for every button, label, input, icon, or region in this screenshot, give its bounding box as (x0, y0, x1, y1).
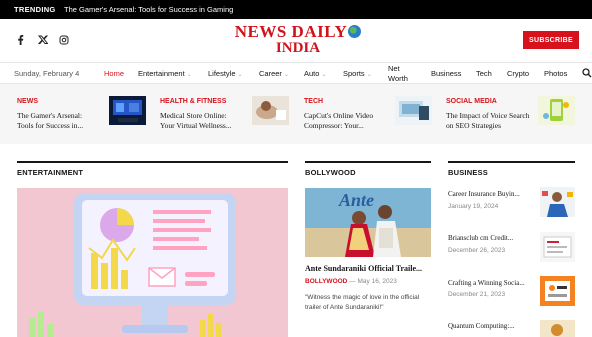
business-post-thumbnail[interactable] (540, 320, 575, 337)
featured-row: NEWS The Gamer's Arsenal: Tools for Succ… (0, 84, 592, 144)
nav-item-sports[interactable]: Sports ⌄ (343, 69, 372, 78)
nav-item-career[interactable]: Career ⌄ (259, 69, 289, 78)
business-post-date: January 19, 2024 (448, 203, 499, 210)
entertainment-feature-image[interactable] (17, 188, 288, 337)
bollywood-feature-image[interactable]: Ante (305, 188, 431, 257)
trending-bar: TRENDING The Gamer's Arsenal: Tools for … (0, 0, 592, 19)
subscribe-button[interactable]: SUBSCRIBE (523, 31, 579, 49)
nav-item-net-worth[interactable]: Net Worth (388, 64, 414, 84)
nav-item-business[interactable]: Business (431, 69, 461, 78)
twitter-icon[interactable] (37, 35, 49, 46)
nav-item-label: Career (259, 69, 282, 78)
trending-headline[interactable]: The Gamer's Arsenal: Tools for Success i… (64, 5, 233, 14)
bollywood-article-title[interactable]: Ante Sundaraniki Official Traile... (305, 264, 422, 273)
instagram-icon[interactable] (59, 35, 69, 47)
business-post-title[interactable]: Career Insurance Buyin... (448, 190, 520, 198)
nav-item-lifestyle[interactable]: Lifestyle ⌄ (208, 69, 243, 78)
current-date: Sunday, February 4 (14, 69, 80, 78)
meta-separator: — (349, 278, 356, 285)
gaming-thumbnail[interactable] (109, 96, 146, 125)
nav-item-label: Lifestyle (208, 69, 236, 78)
business-post-thumbnail[interactable] (540, 232, 575, 262)
nav-item-crypto[interactable]: Crypto (507, 69, 529, 78)
business-post-title[interactable]: Briansclub cm Credit... (448, 234, 513, 242)
chevron-down-icon: ⌄ (366, 72, 372, 78)
business-post-thumbnail[interactable] (540, 276, 575, 306)
voice-search-thumbnail[interactable] (538, 96, 575, 125)
site-header: NEWS DAILY INDIA SUBSCRIBE (0, 19, 592, 62)
nav-item-home[interactable]: Home (104, 69, 124, 78)
medical-thumbnail[interactable] (252, 96, 289, 125)
logo-line2: INDIA (275, 40, 321, 56)
search-icon[interactable] (582, 68, 592, 78)
section-heading-bollywood[interactable]: BOLLYWOOD (305, 161, 431, 179)
section-heading-business[interactable]: BUSINESS (448, 161, 575, 179)
nav-item-label: Entertainment (138, 69, 185, 78)
trending-label: TRENDING (14, 5, 56, 14)
nav-item-photos[interactable]: Photos (544, 69, 567, 78)
business-post-thumbnail[interactable] (540, 187, 575, 217)
logo-line1: NEWS DAILY (234, 22, 348, 41)
chevron-down-icon: ⌄ (321, 72, 327, 78)
business-post-date: December 21, 2023 (448, 291, 506, 298)
section-heading-entertainment[interactable]: ENTERTAINMENT (17, 161, 288, 179)
bollywood-article-date: May 16, 2023 (357, 278, 397, 285)
nav-item-entertainment[interactable]: Entertainment ⌄ (138, 69, 192, 78)
featured-title[interactable]: CapCut's Online Video Compressor: Your..… (304, 111, 390, 131)
bollywood-article-excerpt: "Witness the magic of love in the offici… (305, 294, 420, 311)
globe-icon (348, 25, 362, 38)
nav-item-label: Sports (343, 69, 365, 78)
chevron-down-icon: ⌄ (186, 72, 192, 78)
chevron-down-icon: ⌄ (237, 72, 243, 78)
facebook-icon[interactable] (17, 35, 24, 47)
site-logo[interactable]: NEWS DAILY INDIA (230, 23, 366, 60)
business-post-date: December 26, 2023 (448, 247, 506, 254)
featured-title[interactable]: The Impact of Voice Search on SEO Strate… (446, 111, 530, 131)
featured-title[interactable]: Medical Store Online: Your Virtual Welln… (160, 111, 240, 131)
svg-text:Ante: Ante (338, 190, 374, 210)
featured-title[interactable]: The Gamer's Arsenal: Tools for Success i… (17, 111, 95, 131)
business-post-title[interactable]: Crafting a Winning Socia... (448, 279, 525, 287)
main-nav: Sunday, February 4 Home Entertainment ⌄ L… (0, 62, 592, 84)
nav-item-label: Auto (304, 69, 320, 78)
business-post-title[interactable]: Quantum Computing:... (448, 322, 515, 330)
tech-thumbnail[interactable] (395, 96, 432, 125)
bollywood-article-category[interactable]: BOLLYWOOD (305, 278, 347, 285)
chevron-down-icon: ⌄ (283, 72, 289, 78)
bollywood-article-meta: BOLLYWOOD — May 16, 2023 (305, 278, 397, 285)
nav-item-tech[interactable]: Tech (476, 69, 492, 78)
nav-item-auto[interactable]: Auto ⌄ (304, 69, 326, 78)
